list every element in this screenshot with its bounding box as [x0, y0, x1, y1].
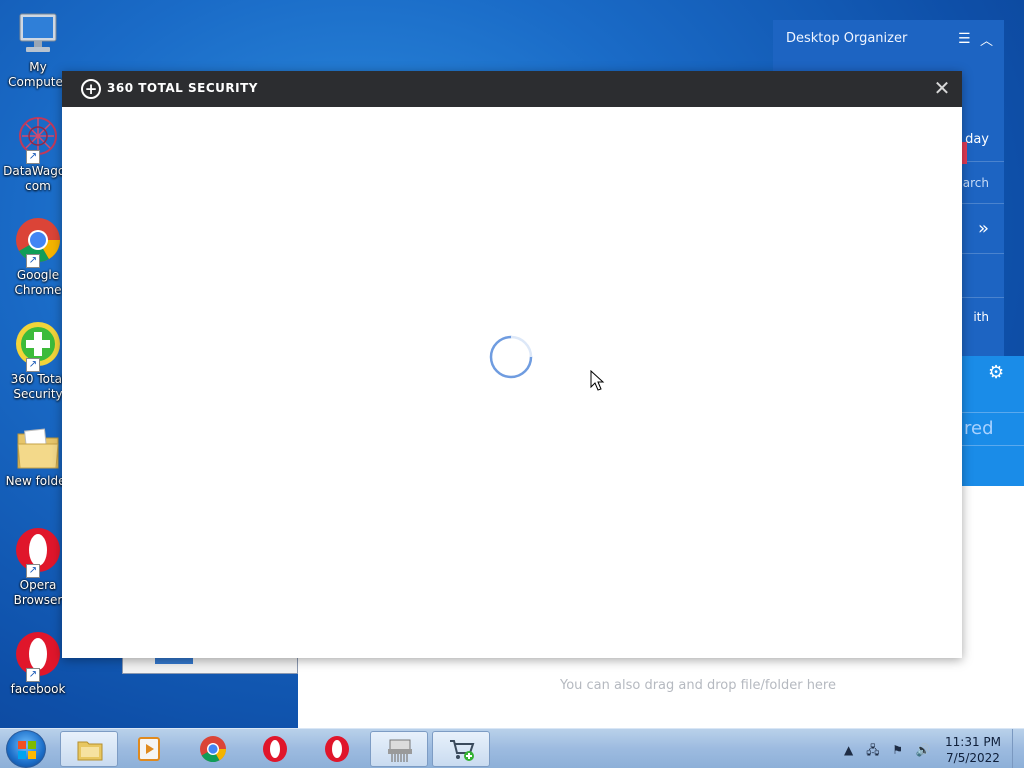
clock-time: 11:31 PM — [945, 735, 1001, 749]
shortcut-arrow-icon: ↗ — [26, 358, 40, 372]
dialog-title: 360 TOTAL SECURITY — [107, 81, 258, 95]
taskbar: ▲ 🖧 ⚑ 🔊 11:31 PM 7/5/2022 — [0, 728, 1024, 768]
taskbar-opera[interactable] — [308, 731, 366, 767]
folder-icon — [14, 424, 62, 472]
show-desktop-button[interactable] — [1012, 729, 1024, 768]
organizer-row-text: arch — [962, 176, 989, 190]
opera-icon: ↗ — [14, 528, 62, 578]
taskbar-media-player[interactable] — [120, 731, 178, 767]
taskbar-opera[interactable] — [246, 731, 304, 767]
gear-icon[interactable]: ⚙ — [988, 362, 1004, 383]
shortcut-arrow-icon: ↗ — [26, 668, 40, 682]
blue-side-panel: ⚙ red — [962, 356, 1024, 486]
system-tray: ▲ 🖧 ⚑ 🔊 — [844, 741, 940, 762]
taskbar-google-chrome[interactable] — [184, 731, 242, 767]
360-security-icon: ↗ — [14, 322, 62, 372]
chrome-icon: ↗ — [14, 218, 62, 268]
datawagon-icon: ↗ — [14, 114, 62, 164]
close-icon[interactable]: ✕ — [932, 78, 952, 98]
taskbar-clock[interactable]: 11:31 PM 7/5/2022 — [940, 734, 1006, 766]
opera-icon — [325, 736, 349, 762]
dialog-titlebar[interactable]: + 360 TOTAL SECURITY ✕ — [62, 71, 962, 107]
mouse-cursor-icon — [590, 370, 605, 391]
partial-label: red — [962, 412, 1024, 446]
folder-icon — [77, 741, 103, 761]
chevron-up-icon[interactable]: ▲ — [844, 743, 853, 757]
opera-icon: ↗ — [14, 632, 62, 682]
shopping-cart-icon — [450, 740, 475, 761]
360-security-dialog: + 360 TOTAL SECURITY ✕ — [62, 71, 962, 658]
drag-drop-hint: You can also drag and drop file/folder h… — [560, 678, 836, 693]
computer-icon — [14, 10, 62, 58]
organizer-row-text: ith — [973, 310, 989, 324]
organizer-row-text: day — [965, 132, 989, 147]
loading-spinner-icon — [489, 335, 533, 379]
shortcut-arrow-icon: ↗ — [26, 150, 40, 164]
action-center-flag-icon[interactable]: ⚑ — [892, 743, 903, 757]
menu-icon[interactable]: ☰ — [958, 31, 971, 47]
360-logo-icon: + — [81, 79, 101, 99]
chevron-up-icon[interactable]: ︿ — [980, 30, 993, 49]
shortcut-arrow-icon: ↗ — [26, 564, 40, 578]
taskbar-file-explorer[interactable] — [60, 731, 118, 767]
start-button[interactable] — [6, 730, 46, 768]
media-player-icon — [138, 737, 160, 761]
clock-date: 7/5/2022 — [946, 751, 1000, 765]
organizer-title: Desktop Organizer — [786, 31, 908, 46]
chrome-icon — [200, 736, 227, 763]
network-icon[interactable]: 🖧 — [866, 743, 879, 757]
shredder-icon — [388, 739, 412, 762]
volume-icon[interactable]: 🔊 — [916, 743, 931, 757]
desktop-icon-label: facebook — [10, 682, 66, 696]
taskbar-cart-add[interactable] — [432, 731, 490, 767]
double-chevron-right-icon[interactable]: » — [978, 218, 989, 239]
shortcut-arrow-icon: ↗ — [26, 254, 40, 268]
taskbar-shredder[interactable] — [370, 731, 428, 767]
windows-logo-icon — [18, 741, 36, 759]
opera-icon — [263, 736, 287, 762]
